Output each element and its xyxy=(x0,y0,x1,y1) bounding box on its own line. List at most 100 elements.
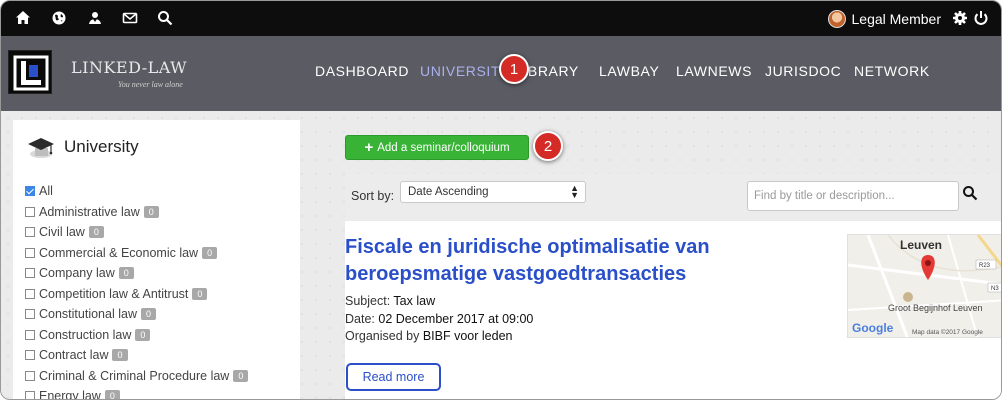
add-seminar-label: Add a seminar/colloquium xyxy=(377,141,510,154)
event-card: Fiscale en juridische optimalisatie van … xyxy=(345,221,1001,399)
sort-select[interactable]: Date Ascending ▲ ▼ xyxy=(400,181,586,203)
organiser-value: BIBF voor leden xyxy=(422,329,513,343)
user-menu[interactable]: Legal Member xyxy=(827,9,942,29)
checkbox[interactable] xyxy=(25,370,35,381)
user-name: Legal Member xyxy=(851,11,942,27)
globe-icon[interactable] xyxy=(51,10,69,28)
category-item[interactable]: Company law 0 xyxy=(25,263,248,284)
category-item[interactable]: Contract law 0 xyxy=(25,345,248,366)
avatar xyxy=(827,10,846,28)
category-count: 0 xyxy=(135,328,151,341)
category-item[interactable]: Constitutional law 0 xyxy=(25,304,248,325)
app-window: Legal Member LINKED-LAW You never law al… xyxy=(0,0,1002,400)
category-count: 0 xyxy=(140,308,156,321)
map-road-n3: N3 xyxy=(991,286,999,292)
search-icon[interactable] xyxy=(157,10,175,28)
category-item[interactable]: Construction law 0 xyxy=(25,325,248,346)
linked-law-logo[interactable] xyxy=(8,50,52,94)
category-label: Construction law xyxy=(39,327,132,342)
envelope-icon[interactable] xyxy=(122,10,140,28)
home-icon[interactable] xyxy=(15,10,33,28)
category-label: All xyxy=(39,184,53,199)
category-label: Contract law xyxy=(39,348,109,363)
nav-dashboard[interactable]: DASHBOARD xyxy=(315,63,409,79)
category-label: Constitutional law xyxy=(39,307,137,322)
search-icon[interactable] xyxy=(962,185,982,205)
nav-lawbay[interactable]: LAWBAY xyxy=(599,63,659,79)
checkbox[interactable] xyxy=(25,391,35,399)
date-value: 02 December 2017 at 09:00 xyxy=(378,312,534,326)
subject-value: Tax law xyxy=(393,294,436,308)
nav-jurisdoc[interactable]: JURISDOC xyxy=(765,63,841,79)
category-count: 0 xyxy=(112,349,128,362)
add-seminar-button[interactable]: + Add a seminar/colloquium xyxy=(345,135,529,160)
nav-university[interactable]: UNIVERSITY xyxy=(420,63,510,79)
graduation-cap-icon xyxy=(26,132,56,162)
category-count: 0 xyxy=(104,390,120,399)
category-count: 0 xyxy=(118,267,134,280)
category-label: Commercial & Economic law xyxy=(39,245,199,260)
people-icon[interactable] xyxy=(87,10,105,28)
category-item[interactable]: Commercial & Economic law 0 xyxy=(25,243,248,264)
nav-network[interactable]: NETWORK xyxy=(854,63,930,79)
category-count: 0 xyxy=(233,369,249,382)
select-arrows-icon: ▲ ▼ xyxy=(570,183,579,200)
category-item[interactable]: Civil law 0 xyxy=(25,222,248,243)
search-input[interactable]: Find by title or description... xyxy=(747,181,959,211)
map-city: Leuven xyxy=(900,238,942,252)
read-more-button[interactable]: Read more xyxy=(346,363,441,391)
checkbox[interactable] xyxy=(25,227,35,238)
checkbox[interactable] xyxy=(25,329,35,340)
checkbox[interactable] xyxy=(25,309,35,320)
category-label: Energy law xyxy=(39,389,101,400)
event-title[interactable]: Fiscale en juridische optimalisatie van … xyxy=(345,234,835,288)
category-item[interactable]: All xyxy=(25,181,248,202)
map-credit: Map data ©2017 Google xyxy=(912,328,983,336)
search-placeholder: Find by title or description... xyxy=(754,190,895,202)
category-item[interactable]: Energy law 0 xyxy=(25,386,248,400)
google-logo: Google xyxy=(852,321,894,335)
date-label: Date: xyxy=(345,312,375,326)
category-count: 0 xyxy=(202,246,218,259)
category-list: All Administrative law 0 Civil law 0 Com… xyxy=(25,181,249,400)
checkbox[interactable] xyxy=(25,288,35,299)
category-count: 0 xyxy=(192,287,208,300)
category-label: Civil law xyxy=(39,225,85,240)
brand-tagline: You never law alone xyxy=(118,80,183,89)
checkbox[interactable] xyxy=(25,186,35,197)
checkbox[interactable] xyxy=(25,247,35,258)
event-date: Date: 02 December 2017 at 09:00 xyxy=(345,312,533,326)
category-item[interactable]: Criminal & Criminal Procedure law 0 xyxy=(25,366,249,387)
category-label: Criminal & Criminal Procedure law xyxy=(39,368,230,383)
category-count: 0 xyxy=(88,226,104,239)
map-road-r23: R23 xyxy=(979,263,991,269)
power-icon[interactable] xyxy=(973,10,991,28)
event-map[interactable]: Leuven R23 N3 Groot Begijnhof Leuven Goo… xyxy=(847,234,1001,338)
callout-badge-1: 1 xyxy=(499,54,529,84)
subject-label: Subject: xyxy=(345,294,391,308)
sidebar-title: University xyxy=(64,137,139,156)
category-count: 0 xyxy=(143,205,159,218)
callout-badge-2: 2 xyxy=(533,131,563,161)
category-item[interactable]: Competition law & Antitrust 0 xyxy=(25,284,248,305)
category-sidebar: University All Administrative law 0 Civi… xyxy=(13,120,300,400)
event-organiser: Organised by BIBF voor leden xyxy=(345,329,512,343)
top-bar: Legal Member xyxy=(1,1,1001,36)
plus-icon: + xyxy=(364,138,374,156)
category-label: Company law xyxy=(39,266,115,281)
category-label: Administrative law xyxy=(39,204,140,219)
brand-name: LINKED-LAW xyxy=(71,58,188,77)
organiser-label: Organised by xyxy=(345,329,420,343)
sidebar-header: University xyxy=(26,132,139,162)
sort-label: Sort by: xyxy=(351,189,395,203)
checkbox[interactable] xyxy=(25,268,35,279)
gear-icon[interactable] xyxy=(952,10,970,28)
nav-lawnews[interactable]: LAWNEWS xyxy=(676,63,752,79)
checkbox[interactable] xyxy=(25,350,35,361)
sort-value: Date Ascending xyxy=(408,186,489,198)
category-label: Competition law & Antitrust xyxy=(39,286,189,301)
checkbox[interactable] xyxy=(25,206,35,217)
category-item[interactable]: Administrative law 0 xyxy=(25,202,248,223)
map-place: Groot Begijnhof Leuven xyxy=(888,303,983,313)
sort-search-bar: Sort by: Date Ascending ▲ ▼ Find by title… xyxy=(345,174,1001,220)
